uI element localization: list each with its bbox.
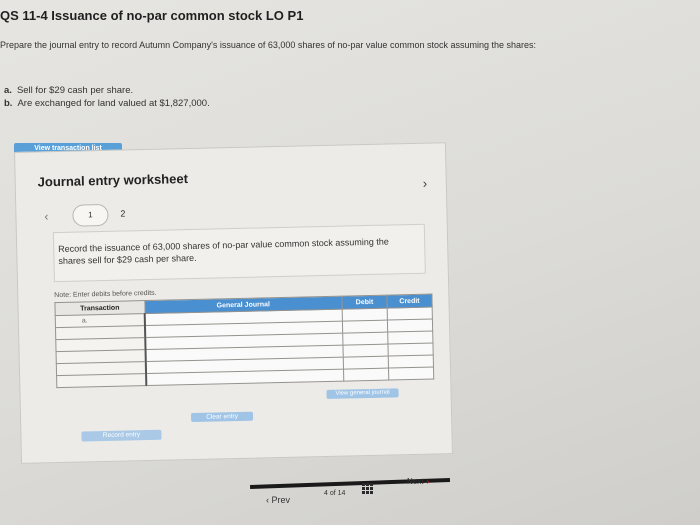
prev-button[interactable]: ‹ Prev bbox=[266, 495, 290, 505]
page-counter: 4 of 14 bbox=[324, 490, 345, 497]
debit-input[interactable] bbox=[342, 320, 388, 334]
page-total: 14 bbox=[337, 490, 346, 497]
chevron-right-icon: › bbox=[426, 477, 430, 486]
question-parts: a. Sell for $29 cash per share. b. Are exc… bbox=[4, 84, 210, 110]
col-debit: Debit bbox=[341, 295, 388, 310]
next-label: Next bbox=[407, 477, 424, 486]
page-tab-1[interactable]: 1 bbox=[72, 203, 109, 227]
credit-input[interactable] bbox=[388, 367, 434, 381]
credit-input[interactable] bbox=[387, 343, 434, 357]
record-entry-button[interactable]: Record entry bbox=[81, 429, 162, 442]
grid-icon[interactable] bbox=[362, 483, 373, 494]
instruction-box: Record the issuance of 63,000 shares of … bbox=[52, 223, 426, 283]
assignment-screen: QS 11-4 Issuance of no-par common stock … bbox=[0, 0, 700, 525]
credit-input[interactable] bbox=[388, 355, 434, 369]
page-current: 4 bbox=[324, 490, 328, 497]
chevron-left-icon: ‹ bbox=[266, 495, 269, 505]
debit-input[interactable] bbox=[343, 356, 389, 370]
prev-label: Prev bbox=[271, 495, 291, 505]
part-a-text: Sell for $29 cash per share. bbox=[16, 85, 134, 96]
journal-table: Transaction General Journal Debit Credit… bbox=[54, 294, 434, 389]
credit-input[interactable] bbox=[387, 331, 433, 345]
part-b-letter: b. bbox=[4, 98, 13, 109]
page-of: of bbox=[329, 490, 336, 497]
debit-input[interactable] bbox=[342, 308, 388, 322]
page-tab-2[interactable]: 2 bbox=[120, 208, 125, 218]
credit-input[interactable] bbox=[387, 307, 433, 321]
part-b-text: Are exchanged for land valued at $1,827,… bbox=[17, 98, 210, 109]
debits-credits-note: Note: Enter debits before credits. bbox=[54, 289, 157, 300]
view-general-journal-button[interactable]: View general journal bbox=[326, 388, 399, 399]
debit-input[interactable] bbox=[342, 344, 389, 358]
question-prompt: Prepare the journal entry to record Autu… bbox=[0, 40, 537, 50]
part-a: a. Sell for $29 cash per share. bbox=[4, 84, 210, 97]
row-transaction bbox=[56, 373, 147, 388]
page-title: QS 11-4 Issuance of no-par common stock … bbox=[0, 8, 304, 23]
journal-entry-worksheet-panel: Journal entry worksheet › ‹ 1 2 Record t… bbox=[14, 142, 453, 464]
prev-page-chevron-icon[interactable]: ‹ bbox=[44, 209, 48, 223]
next-button[interactable]: Next › bbox=[407, 477, 429, 486]
clear-entry-button[interactable]: Clear entry bbox=[190, 411, 254, 423]
col-credit: Credit bbox=[386, 294, 433, 309]
part-a-letter: a. bbox=[4, 85, 12, 96]
debit-input[interactable] bbox=[342, 332, 388, 346]
next-page-chevron-icon[interactable]: › bbox=[423, 176, 428, 191]
worksheet-title: Journal entry worksheet bbox=[37, 171, 189, 190]
debit-input[interactable] bbox=[343, 368, 389, 382]
credit-input[interactable] bbox=[387, 319, 433, 333]
instruction-text: Record the issuance of 63,000 shares of … bbox=[58, 236, 389, 267]
part-b: b. Are exchanged for land valued at $1,82… bbox=[4, 97, 210, 110]
